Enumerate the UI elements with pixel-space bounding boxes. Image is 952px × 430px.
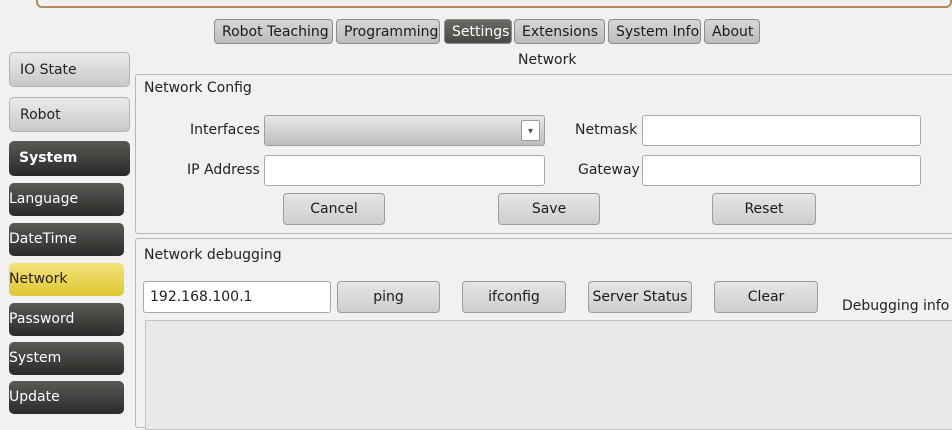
tab-robot-teaching[interactable]: Robot Teaching (214, 19, 333, 44)
sidebar-item-system[interactable]: System (9, 141, 130, 176)
network-config-title: Network Config (144, 80, 252, 96)
sidebar-item-robot[interactable]: Robot (9, 97, 130, 132)
sidebar-sub-system[interactable]: System (9, 342, 124, 375)
tab-about[interactable]: About (704, 19, 760, 44)
network-debugging-title: Network debugging (144, 247, 282, 263)
ping-button[interactable]: ping (337, 281, 440, 313)
gateway-label: Gateway (578, 162, 640, 178)
triangle-down-icon[interactable]: ▾ (521, 120, 540, 141)
sidebar-sub-update[interactable]: Update (9, 381, 124, 414)
netmask-input[interactable] (642, 115, 921, 146)
server-status-button[interactable]: Server Status (588, 281, 692, 313)
tab-extensions[interactable]: Extensions (514, 19, 605, 44)
sidebar-sub-password[interactable]: Password (9, 303, 124, 336)
debugging-info-label: Debugging info (842, 298, 950, 314)
gateway-input[interactable] (642, 155, 921, 186)
cancel-button[interactable]: Cancel (283, 193, 385, 225)
ifconfig-button[interactable]: ifconfig (462, 281, 566, 313)
page-title: Network (518, 52, 577, 68)
interfaces-label: Interfaces (190, 122, 260, 138)
ip-address-input[interactable] (264, 155, 545, 186)
window-top-border (36, 0, 952, 8)
interfaces-select[interactable]: ▾ (264, 115, 545, 146)
debug-output-area[interactable] (145, 320, 952, 430)
sidebar-item-io-state[interactable]: IO State (9, 52, 130, 87)
save-button[interactable]: Save (498, 193, 600, 225)
sidebar-sub-language[interactable]: Language (9, 183, 124, 216)
tab-programming[interactable]: Programming (336, 19, 440, 44)
sidebar-sub-datetime[interactable]: DateTime (9, 223, 124, 256)
clear-button[interactable]: Clear (714, 281, 818, 313)
netmask-label: Netmask (575, 122, 638, 138)
ip-address-label: IP Address (187, 162, 260, 178)
sidebar-sub-network[interactable]: Network (9, 263, 124, 296)
tab-settings[interactable]: Settings (444, 19, 512, 44)
reset-button[interactable]: Reset (712, 193, 816, 225)
tab-system-info[interactable]: System Info (608, 19, 701, 44)
debug-address-input[interactable] (143, 281, 331, 313)
